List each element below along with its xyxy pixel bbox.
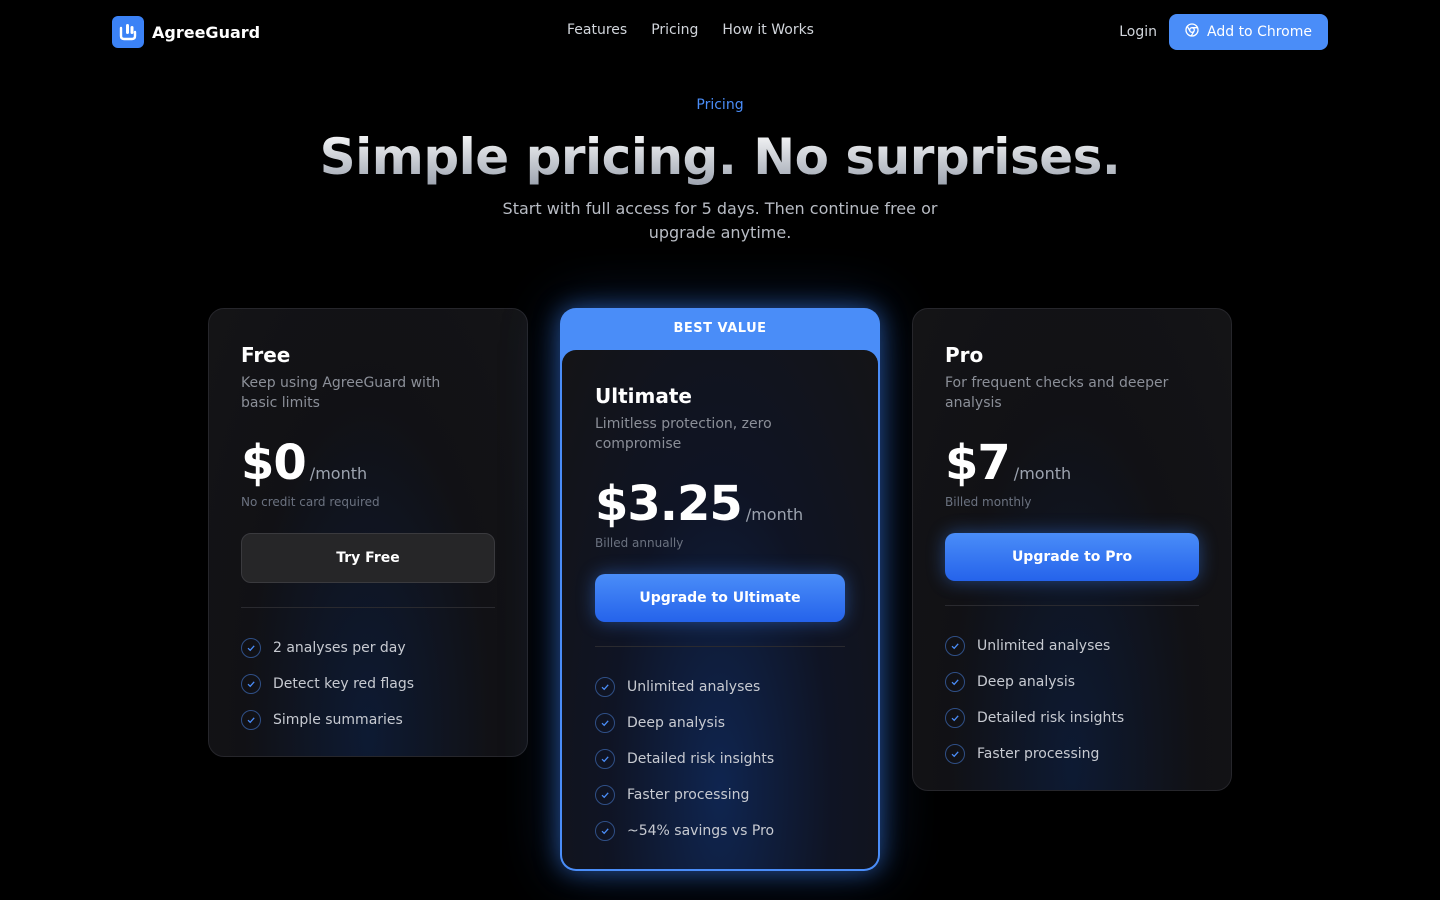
feature-item: Unlimited analyses: [945, 628, 1199, 664]
feature-label: Detailed risk insights: [627, 751, 775, 767]
feature-item: Faster processing: [595, 777, 845, 813]
check-circle-icon: [595, 749, 615, 769]
feature-item: Simple summaries: [241, 702, 495, 738]
plan-card-pro: Pro For frequent checks and deeper analy…: [912, 308, 1232, 791]
feature-label: Faster processing: [977, 746, 1100, 762]
feature-list: Unlimited analyses Deep analysis Detaile…: [595, 669, 845, 849]
chrome-icon: [1185, 23, 1199, 41]
feature-label: Unlimited analyses: [977, 638, 1111, 654]
feature-list: 2 analyses per day Detect key red flags …: [241, 630, 495, 738]
plan-price: $3.25: [595, 476, 743, 532]
plan-card-free: Free Keep using AgreeGuard with basic li…: [208, 308, 528, 757]
feature-label: Detailed risk insights: [977, 710, 1125, 726]
plan-card-ultimate: BEST VALUE Ultimate Limitless protection…: [560, 308, 880, 871]
feature-item: Detect key red flags: [241, 666, 495, 702]
upgrade-to-pro-button[interactable]: Upgrade to Pro: [945, 533, 1199, 581]
feature-item: 2 analyses per day: [241, 630, 495, 666]
nav-link-how-it-works[interactable]: How it Works: [722, 22, 814, 38]
price-row: $7 /month: [945, 435, 1199, 491]
feature-item: Unlimited analyses: [595, 669, 845, 705]
feature-list: Unlimited analyses Deep analysis Detaile…: [945, 628, 1199, 772]
brand[interactable]: AgreeGuard: [112, 16, 260, 48]
plan-period: /month: [1013, 464, 1072, 483]
billing-note: No credit card required: [241, 495, 380, 509]
pricing-page: AgreeGuard Features Pricing How it Works…: [0, 0, 1440, 900]
feature-label: ~54% savings vs Pro: [627, 823, 775, 839]
brand-name: AgreeGuard: [152, 22, 261, 42]
plan-description: Keep using AgreeGuard with basic limits: [241, 375, 441, 411]
feature-label: 2 analyses per day: [273, 640, 406, 656]
page-subtitle: Start with full access for 5 days. Then …: [502, 199, 938, 242]
nav-links: Features Pricing How it Works: [567, 22, 814, 38]
check-circle-icon: [945, 744, 965, 764]
billing-note: Billed annually: [595, 536, 684, 550]
divider: [945, 605, 1199, 606]
check-circle-icon: [595, 677, 615, 697]
check-circle-icon: [241, 674, 261, 694]
feature-item: Deep analysis: [595, 705, 845, 741]
check-circle-icon: [945, 636, 965, 656]
try-free-button[interactable]: Try Free: [241, 533, 495, 583]
plan-card-ultimate-body: Ultimate Limitless protection, zero comp…: [562, 350, 878, 869]
billing-note: Billed monthly: [945, 495, 1032, 509]
add-to-chrome-button[interactable]: Add to Chrome: [1169, 14, 1328, 50]
plan-period: /month: [745, 505, 804, 524]
nav-link-pricing[interactable]: Pricing: [651, 22, 698, 38]
upgrade-to-ultimate-button[interactable]: Upgrade to Ultimate: [595, 574, 845, 622]
divider: [241, 607, 495, 608]
feature-label: Unlimited analyses: [627, 679, 761, 695]
feature-item: Deep analysis: [945, 664, 1199, 700]
price-row: $3.25 /month: [595, 476, 845, 532]
best-value-badge: BEST VALUE: [673, 321, 767, 336]
nav-link-features[interactable]: Features: [567, 22, 627, 38]
feature-item: ~54% savings vs Pro: [595, 813, 845, 849]
check-circle-icon: [595, 713, 615, 733]
top-nav: AgreeGuard Features Pricing How it Works…: [0, 0, 1440, 64]
check-circle-icon: [595, 821, 615, 841]
section-eyebrow: Pricing: [696, 97, 744, 113]
feature-label: Simple summaries: [273, 712, 403, 728]
check-circle-icon: [241, 710, 261, 730]
check-circle-icon: [945, 672, 965, 692]
check-circle-icon: [595, 785, 615, 805]
feature-item: Detailed risk insights: [945, 700, 1199, 736]
feature-item: Detailed risk insights: [595, 741, 845, 777]
page-title: Simple pricing. No surprises.: [0, 128, 1440, 186]
plan-price: $0: [241, 435, 307, 491]
plan-name: Free: [241, 343, 291, 367]
check-circle-icon: [241, 638, 261, 658]
add-to-chrome-label: Add to Chrome: [1207, 24, 1312, 40]
nav-actions: Login Add to Chrome: [1119, 14, 1328, 50]
feature-label: Deep analysis: [977, 674, 1076, 690]
feature-label: Detect key red flags: [273, 676, 415, 692]
plan-name: Ultimate: [595, 384, 692, 408]
feature-item: Faster processing: [945, 736, 1199, 772]
price-row: $0 /month: [241, 435, 495, 491]
check-circle-icon: [945, 708, 965, 728]
plan-description: Limitless protection, zero compromise: [595, 416, 772, 452]
plan-period: /month: [309, 464, 368, 483]
plan-name: Pro: [945, 343, 984, 367]
brand-logo-icon: [112, 16, 144, 48]
plan-price: $7: [945, 435, 1011, 491]
divider: [595, 646, 845, 647]
feature-label: Faster processing: [627, 787, 750, 803]
feature-label: Deep analysis: [627, 715, 726, 731]
login-link[interactable]: Login: [1119, 24, 1157, 40]
plan-description: For frequent checks and deeper analysis: [945, 375, 1169, 411]
